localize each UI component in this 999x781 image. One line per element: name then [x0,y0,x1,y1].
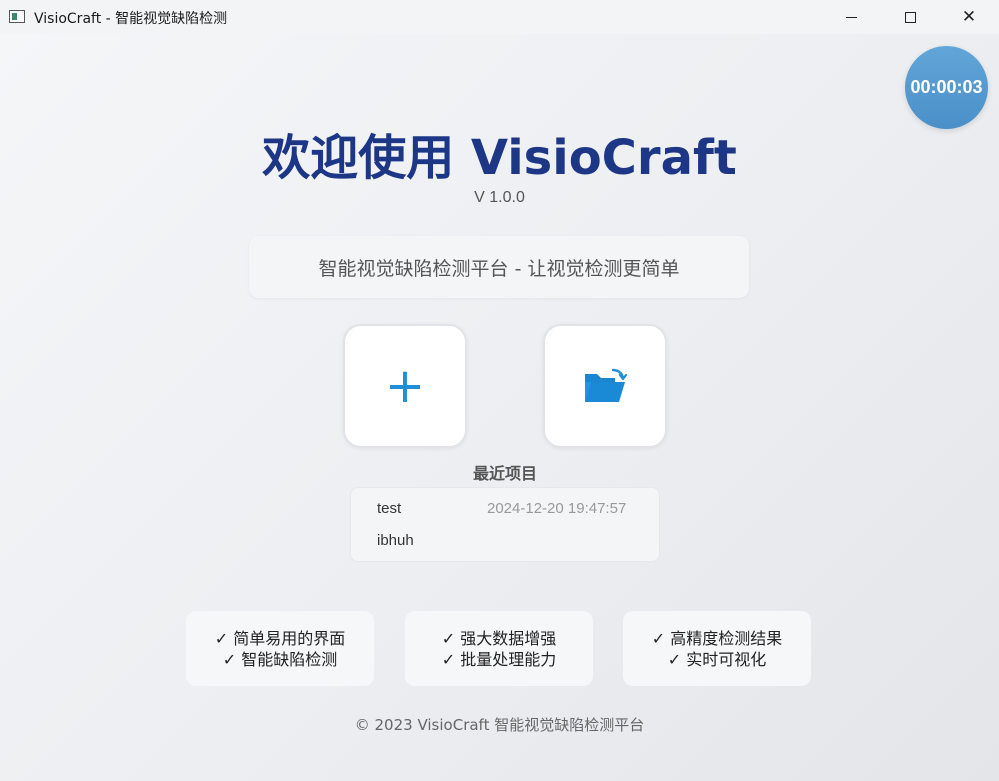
feature-line: ✓ 实时可视化 [667,649,767,669]
maximize-icon [904,11,916,23]
subtitle-banner: 智能视觉缺陷检测平台 - 让视觉检测更简单 [249,236,749,298]
maximize-button[interactable] [881,0,939,34]
window-title: VisioCraft - 智能视觉缺陷检测 [34,11,228,27]
feature-card: ✓ 高精度检测结果 ✓ 实时可视化 [623,611,811,686]
recent-projects-title: 最近项目 [472,464,537,483]
window-titlebar: VisioCraft - 智能视觉缺陷检测 ✕ [0,0,999,34]
recent-project-item[interactable]: test 2024-12-20 19:47:57 [377,496,647,520]
project-name: ibhuh [377,531,414,549]
folder-open-icon [585,368,627,402]
open-project-button[interactable] [543,324,667,448]
minimize-button[interactable] [822,0,880,34]
plus-icon: + [384,358,426,414]
project-name: test [377,499,402,517]
project-time: 2024-12-20 19:47:57 [487,499,627,517]
timer-value: 00:00:03 [910,77,983,97]
footer-copyright: © 2023 VisioCraft 智能视觉缺陷检测平台 [354,716,645,734]
feature-line: ✓ 简单易用的界面 [214,628,346,648]
app-icon [9,10,25,23]
feature-line: ✓ 强大数据增强 [441,628,557,648]
version-label: V 1.0.0 [474,189,525,206]
subtitle-text: 智能视觉缺陷检测平台 - 让视觉检测更简单 [318,257,680,280]
feature-card: ✓ 简单易用的界面 ✓ 智能缺陷检测 [186,611,374,686]
welcome-title: 欢迎使用 VisioCraft [262,130,737,186]
new-project-button[interactable]: + [343,324,467,448]
feature-line: ✓ 高精度检测结果 [651,628,783,648]
recent-projects-list: test 2024-12-20 19:47:57 ibhuh [350,487,660,562]
feature-card: ✓ 强大数据增强 ✓ 批量处理能力 [405,611,593,686]
recent-project-item[interactable]: ibhuh [377,528,647,552]
minimize-icon [845,16,857,18]
feature-line: ✓ 批量处理能力 [441,649,557,669]
elapsed-timer: 00:00:03 [905,46,988,129]
close-icon: ✕ [961,6,977,27]
close-button[interactable]: ✕ [940,0,998,34]
feature-line: ✓ 智能缺陷检测 [222,649,338,669]
